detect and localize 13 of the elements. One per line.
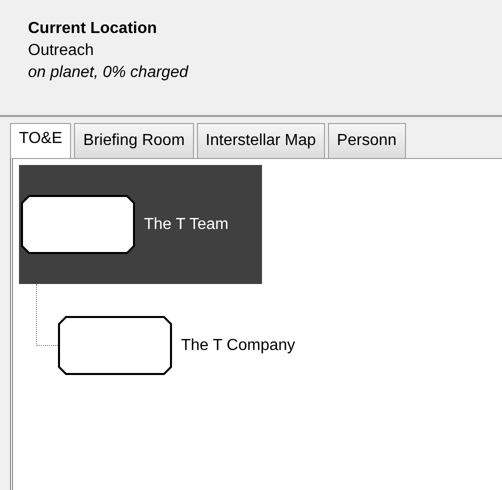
node-label: The T Team (144, 214, 228, 234)
node-label: The T Company (181, 336, 296, 356)
tab[interactable]: Interstellar Map (196, 123, 325, 158)
tab[interactable]: Briefing Room (74, 123, 194, 158)
location-status: on planet, 0% charged (28, 63, 190, 83)
location-heading: Current Location (28, 19, 158, 39)
tab[interactable]: Personn (328, 123, 406, 158)
location-name: Outreach (28, 41, 95, 61)
unit-shape-icon (21, 195, 135, 254)
tree-node[interactable]: The T Company (58, 316, 296, 375)
tab[interactable]: TO&E (10, 123, 72, 158)
tree-node[interactable]: The T Team (19, 165, 262, 284)
unit-shape-icon (58, 316, 172, 375)
